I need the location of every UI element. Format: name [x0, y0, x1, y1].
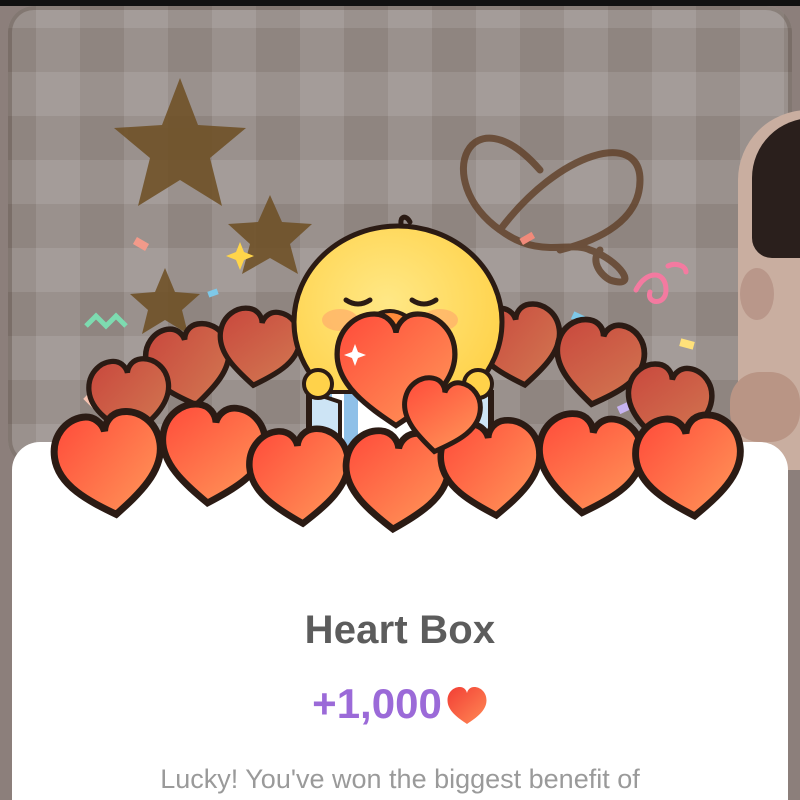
reward-amount: +1,000: [312, 680, 442, 727]
background-frame: [8, 6, 792, 466]
streamer-hand: [730, 372, 800, 442]
heart-icon: [447, 687, 487, 724]
modal-title: Heart Box: [304, 608, 496, 652]
screen: Heart Box +1,000 Lucky! You've won the b…: [0, 0, 800, 800]
reward-row: +1,000: [0, 680, 800, 728]
reward-description: Lucky! You've won the biggest benefit of: [160, 764, 640, 794]
status-bar: [0, 0, 800, 6]
streamer-ear: [740, 268, 774, 320]
